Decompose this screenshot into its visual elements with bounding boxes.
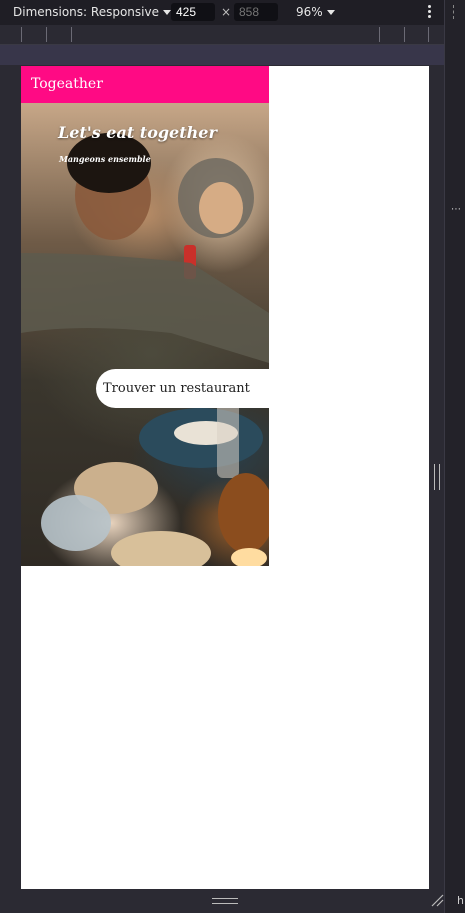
hero-dinner-photo bbox=[21, 133, 269, 566]
dimensions-label: Dimensions: Responsive bbox=[13, 5, 159, 19]
chevron-down-icon bbox=[326, 10, 335, 15]
resize-corner-icon[interactable] bbox=[430, 893, 444, 907]
navbar: Togeather bbox=[21, 66, 269, 103]
media-query-ruler bbox=[0, 25, 444, 45]
resize-handle-right-icon[interactable] bbox=[434, 464, 440, 490]
responsive-viewport: Togeather Let's eat together Mangeons en… bbox=[21, 66, 429, 889]
more-options-icon[interactable] bbox=[424, 4, 434, 20]
zoom-label: 96% bbox=[296, 5, 323, 19]
times-separator: × bbox=[221, 5, 232, 19]
side-panel bbox=[445, 0, 465, 913]
devtools-toolbar: Dimensions: Responsive × 96% bbox=[0, 0, 465, 26]
dimensions-dropdown[interactable]: Dimensions: Responsive bbox=[13, 5, 171, 19]
hero-section: Let's eat together Mangeons ensemble Tro… bbox=[21, 103, 269, 566]
height-input[interactable] bbox=[234, 3, 278, 21]
media-query-bar[interactable] bbox=[0, 45, 444, 65]
panel-toggle-icon[interactable] bbox=[453, 5, 458, 19]
resize-handle-bottom-icon[interactable] bbox=[212, 898, 238, 904]
panel-resize-dots-icon[interactable]: ⋯ bbox=[451, 204, 462, 215]
side-panel-label: h bbox=[457, 894, 464, 907]
chevron-down-icon bbox=[162, 10, 171, 15]
hero-title: Let's eat together bbox=[58, 123, 217, 142]
find-restaurant-button[interactable]: Trouver un restaurant bbox=[96, 369, 269, 408]
hero-subtitle: Mangeons ensemble bbox=[59, 154, 151, 164]
brand-link[interactable]: Togeather bbox=[31, 76, 103, 92]
zoom-dropdown[interactable]: 96% bbox=[296, 5, 335, 19]
width-input[interactable] bbox=[171, 3, 215, 21]
